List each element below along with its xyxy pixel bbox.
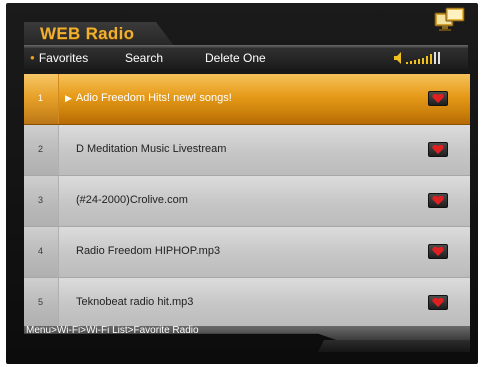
station-name: Teknobeat radio hit.mp3 <box>76 296 194 308</box>
play-arrow-icon: ▶ <box>65 93 72 103</box>
favorite-heart-button[interactable] <box>428 295 448 310</box>
heart-icon <box>432 145 444 154</box>
heart-icon <box>432 196 444 205</box>
row-number: 4 <box>38 246 44 256</box>
row-number: 3 <box>38 195 44 205</box>
volume-icon[interactable] <box>394 51 444 65</box>
station-row-2[interactable]: 2 D Meditation Music Livestream <box>24 125 470 176</box>
row-number: 2 <box>38 144 44 154</box>
menu-item-search[interactable]: Search <box>125 50 163 66</box>
active-bullet-icon: ● <box>30 53 35 62</box>
heart-icon <box>432 247 444 256</box>
menu-item-label: Search <box>125 51 164 65</box>
station-name-text: Adio Freedom Hits! new! songs! <box>75 92 232 104</box>
station-row-3[interactable]: 3 (#24-2000)Crolive.com <box>24 176 470 227</box>
menu-item-label: Delete One <box>205 51 266 65</box>
app-title: WEB Radio <box>40 24 135 43</box>
favorite-heart-button[interactable] <box>428 91 448 106</box>
station-name: D Meditation Music Livestream <box>76 143 227 155</box>
monitor-network-icon[interactable] <box>434 7 466 31</box>
menu-item-label: Favorites <box>38 51 89 65</box>
favorite-heart-button[interactable] <box>428 193 448 208</box>
station-list: 1 ▶ Adio Freedom Hits! new! songs! 2 D Me… <box>24 74 470 326</box>
station-row-4[interactable]: 4 Radio Freedom HIPHOP.mp3 <box>24 227 470 278</box>
row-number: 5 <box>38 297 44 307</box>
station-name: (#24-2000)Crolive.com <box>76 194 188 206</box>
menu-item-delete-one[interactable]: Delete One <box>205 50 266 66</box>
station-name: ▶ Adio Freedom Hits! new! songs! <box>65 92 232 104</box>
heart-icon <box>432 94 444 103</box>
station-row-5[interactable]: 5 Teknobeat radio hit.mp3 <box>24 278 470 326</box>
favorite-heart-button[interactable] <box>428 244 448 259</box>
favorite-heart-button[interactable] <box>428 142 448 157</box>
breadcrumb: Menu>Wi-Fi>Wi-Fi List>Favorite Radio <box>26 325 199 336</box>
heart-icon <box>432 298 444 307</box>
row-number: 1 <box>38 93 44 103</box>
bottom-decoration <box>318 340 470 352</box>
menu-item-favorites[interactable]: ● Favorites <box>30 50 88 66</box>
station-row-1[interactable]: 1 ▶ Adio Freedom Hits! new! songs! <box>24 74 470 125</box>
station-name: Radio Freedom HIPHOP.mp3 <box>76 245 221 257</box>
